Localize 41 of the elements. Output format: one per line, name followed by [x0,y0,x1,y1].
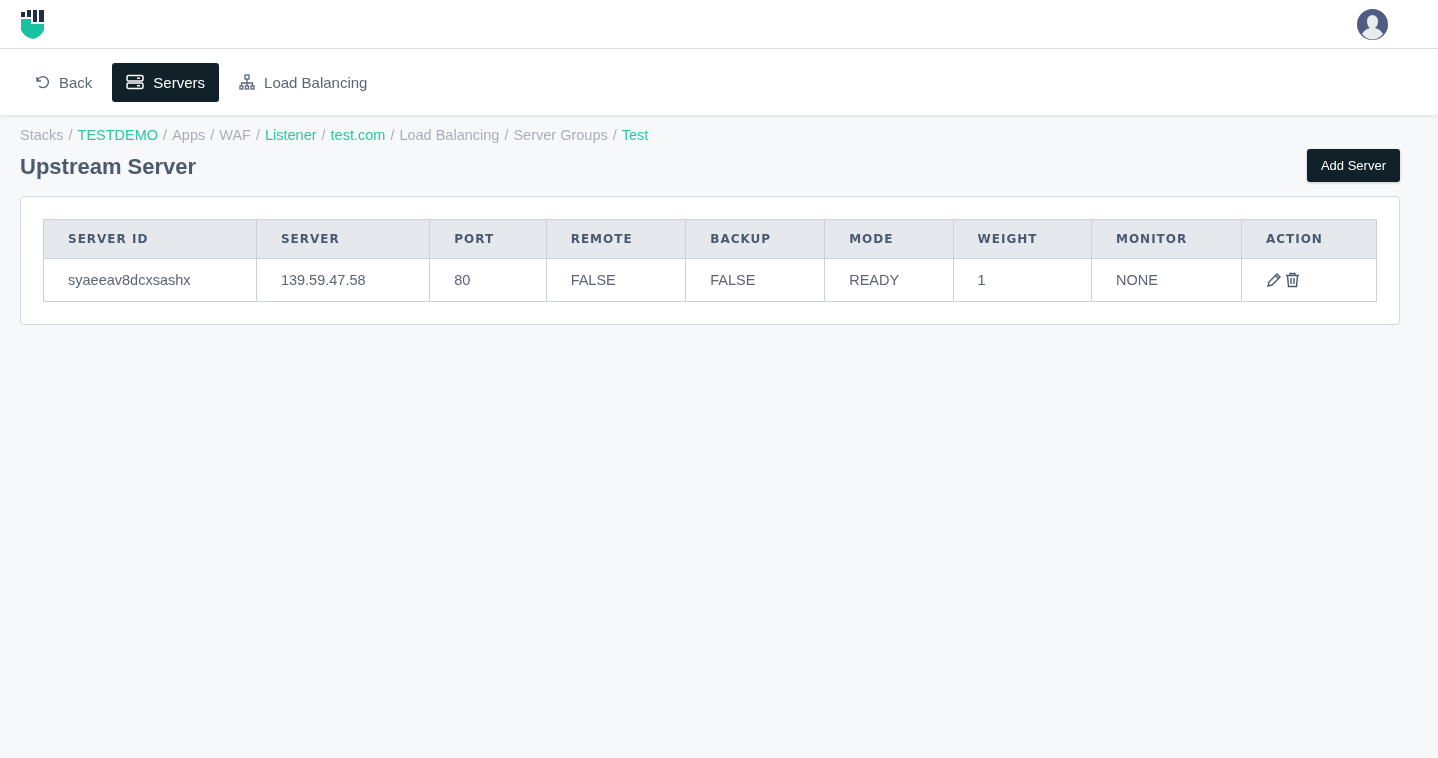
column-header: BACKUP [685,219,825,259]
table-cell: FALSE [546,258,686,302]
breadcrumb-separator: / [321,127,326,143]
breadcrumb-item: WAF [219,127,251,143]
breadcrumb-separator: / [210,127,215,143]
column-header: MODE [824,219,954,259]
avatar-icon[interactable] [1357,8,1388,40]
table-cell: NONE [1091,258,1242,302]
table-cell: 139.59.47.58 [256,258,430,302]
breadcrumb-item: Load Balancing [399,127,500,143]
table-cell: READY [824,258,954,302]
column-header: MONITOR [1091,219,1242,259]
server-icon [126,74,145,90]
table-cell: 80 [429,258,547,302]
page-title: Upstream Server [20,153,197,180]
breadcrumb-separator: / [612,127,617,143]
breadcrumb-separator: / [390,127,395,143]
nav-tab[interactable]: Load Balancing [225,62,382,102]
table-cell: FALSE [685,258,825,302]
edit-icon[interactable] [1265,272,1282,288]
undo-icon [34,74,50,90]
breadcrumb-item: Apps [172,127,206,143]
nav-tab[interactable]: Servers [112,62,220,102]
breadcrumb-item: Stacks [20,127,64,143]
table-cell: 1 [953,258,1092,302]
breadcrumb-item: Server Groups [513,127,608,143]
breadcrumb-separator: / [255,127,260,143]
column-header: SERVER ID [43,219,257,259]
column-header: PORT [429,219,547,259]
trash-icon[interactable] [1284,272,1300,288]
breadcrumb-separator: / [163,127,168,143]
breadcrumb-separator: / [68,127,73,143]
table-cell: syaeeav8dcxsashx [43,258,257,302]
add-server-button[interactable]: Add Server [1306,149,1400,182]
nav-tab[interactable]: Back [20,62,107,102]
column-header: ACTION [1241,219,1377,259]
sitemap-icon [239,73,256,91]
column-header: SERVER [256,219,430,259]
breadcrumb-separator: / [504,127,509,143]
column-header: REMOTE [546,219,686,259]
column-header: WEIGHT [953,219,1092,259]
